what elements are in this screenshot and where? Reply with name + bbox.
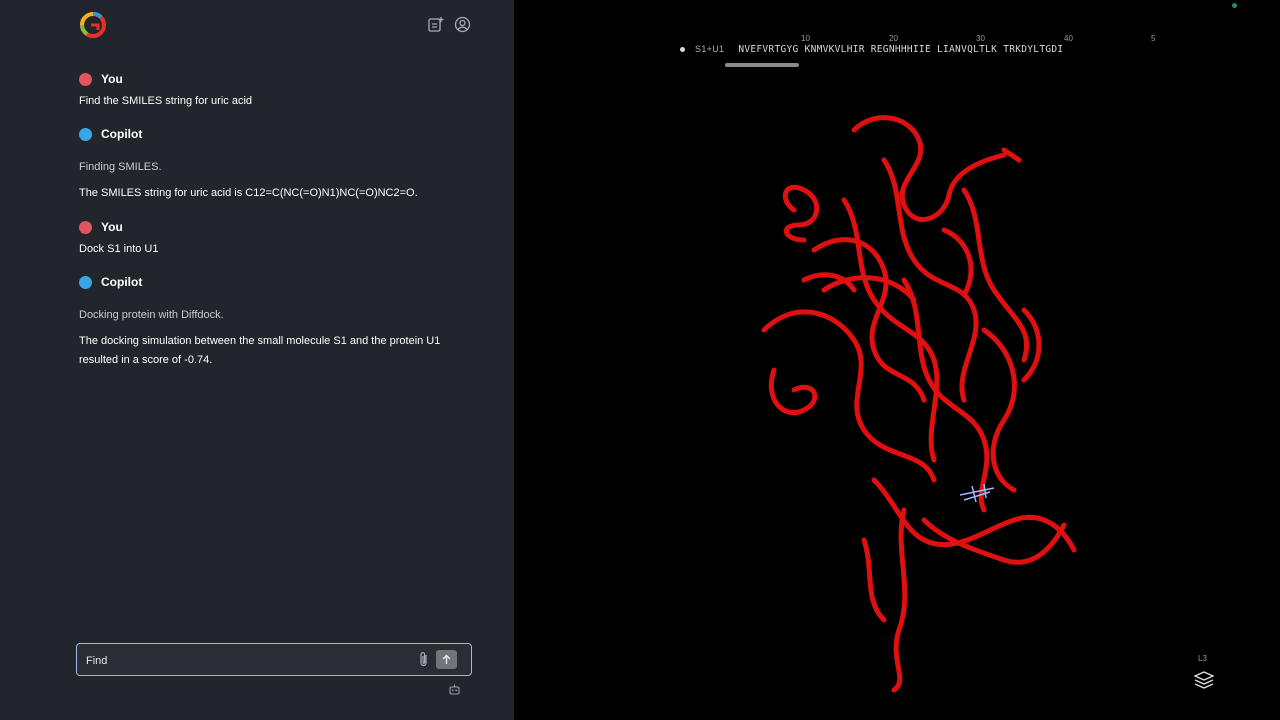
sequence-ruler-tick: 10 xyxy=(801,34,810,43)
sequence-scrollbar[interactable] xyxy=(725,63,799,67)
paperclip-icon[interactable] xyxy=(417,651,431,668)
sequence-ruler-tick: 30 xyxy=(976,34,985,43)
copilot-avatar-dot xyxy=(79,127,92,141)
molecule-viewer[interactable]: 10 20 30 40 5 S1+U1 NVEFVRTGYG KNMVKVLHI… xyxy=(514,0,1280,720)
message-header-you: You xyxy=(79,220,123,234)
chat-input-box xyxy=(76,643,472,676)
chat-panel: You Find the SMILES string for uric acid… xyxy=(0,0,514,720)
app: You Find the SMILES string for uric acid… xyxy=(0,0,1280,720)
send-button[interactable] xyxy=(436,650,457,669)
message-header-you: You xyxy=(79,72,123,86)
protein-structure-render[interactable] xyxy=(724,100,1104,700)
account-icon[interactable] xyxy=(454,16,471,33)
copilot-avatar-dot xyxy=(79,275,92,289)
sender-name: You xyxy=(101,72,123,86)
level-label: L3 xyxy=(1198,654,1207,663)
sequence-ruler-tick: 40 xyxy=(1064,34,1073,43)
sequence-label: S1+U1 xyxy=(695,44,725,54)
bot-icon[interactable] xyxy=(448,683,461,696)
app-logo-icon xyxy=(80,12,106,38)
message-text: Dock S1 into U1 xyxy=(79,243,159,255)
user-avatar-dot xyxy=(79,220,92,234)
layers-icon[interactable] xyxy=(1193,670,1215,690)
send-arrow-icon xyxy=(442,654,451,664)
message-text: The docking simulation between the small… xyxy=(79,335,441,366)
sequence-ruler-tick: 5 xyxy=(1151,34,1156,43)
sender-name: Copilot xyxy=(101,275,143,289)
message-text: The SMILES string for uric acid is C12=C… xyxy=(79,187,418,199)
status-indicator xyxy=(1232,3,1237,8)
sender-name: You xyxy=(101,220,123,234)
message-header-copilot: Copilot xyxy=(79,275,142,289)
chain-dot-icon xyxy=(680,47,685,52)
sequence-ruler-tick: 20 xyxy=(889,34,898,43)
message-status-text: Docking protein with Diffdock. xyxy=(79,309,224,321)
message-text: Find the SMILES string for uric acid xyxy=(79,95,253,107)
sequence-track[interactable]: S1+U1 NVEFVRTGYG KNMVKVLHIR REGNHHHIIE L… xyxy=(680,44,1063,55)
message-header-copilot: Copilot xyxy=(79,127,142,141)
new-chat-icon[interactable] xyxy=(427,16,444,33)
user-avatar-dot xyxy=(79,72,92,86)
message-status-text: Finding SMILES. xyxy=(79,161,162,173)
sequence-residues[interactable]: NVEFVRTGYG KNMVKVLHIR REGNHHHIIE LIANVQL… xyxy=(738,44,1063,55)
sender-name: Copilot xyxy=(101,127,143,141)
chat-input[interactable] xyxy=(84,650,408,672)
